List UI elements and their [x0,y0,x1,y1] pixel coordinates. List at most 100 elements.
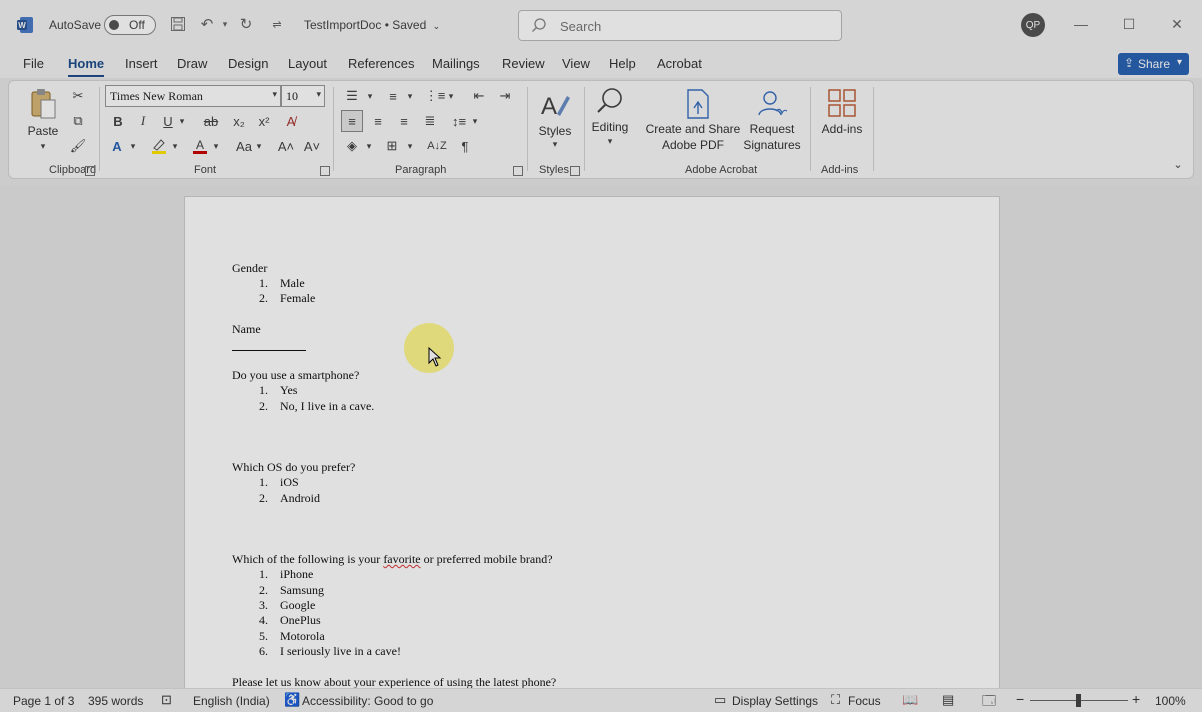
bullets-icon[interactable]: ☰ [343,87,361,105]
underline-icon[interactable]: U [159,112,177,130]
language[interactable]: English (India) [193,694,270,708]
highlight-icon[interactable] [150,137,168,155]
list-item[interactable]: Samsung [280,583,324,598]
editing-dropdown-icon[interactable]: ▾ [604,136,616,146]
font-name-select[interactable]: Times New Roman ▾ [105,85,281,107]
question-gender[interactable]: Gender [232,261,267,276]
tab-insert[interactable]: Insert [125,56,158,71]
list-item[interactable]: No, I live in a cave. [280,399,374,414]
request-signatures-label[interactable]: Request Signatures [743,121,801,153]
show-formatting-icon[interactable]: ¶ [456,137,474,155]
maximize-icon[interactable]: ☐ [1119,14,1139,34]
align-right-icon[interactable]: ≡ [395,112,413,130]
justify-icon[interactable]: ≣ [421,112,439,130]
paste-icon[interactable] [28,87,58,121]
word-count[interactable]: 395 words [88,694,143,708]
tab-view[interactable]: View [562,56,590,71]
list-item[interactable]: OnePlus [280,613,321,628]
styles-launcher-icon[interactable] [570,166,580,176]
grow-font-icon[interactable]: A˄ [277,137,295,155]
clipboard-launcher-icon[interactable] [85,166,95,176]
text-effects-dropdown-icon[interactable]: ▾ [128,137,138,155]
document-title[interactable]: TestImportDoc • Saved ⌄ [304,18,440,32]
align-left-icon[interactable]: ≡ [341,110,363,132]
question-brand[interactable]: Which of the following is your favorite … [232,552,553,567]
editing-label[interactable]: Editing [587,119,633,135]
styles-dropdown-icon[interactable]: ▾ [549,139,561,149]
list-item[interactable]: Google [280,598,315,613]
accessibility-icon[interactable]: ♿ [284,692,300,708]
page-count[interactable]: Page 1 of 3 [13,694,74,708]
list-item[interactable]: Motorola [280,629,325,644]
font-color-icon[interactable]: A [191,137,209,155]
line-spacing-dropdown-icon[interactable]: ▾ [470,112,480,130]
multilevel-dropdown-icon[interactable]: ▾ [446,87,456,105]
add-ins-label[interactable]: Add-ins [816,121,868,137]
display-settings-icon[interactable]: ▭ [714,692,726,708]
format-painter-icon[interactable]: 🖌 [69,137,87,155]
proofing-icon[interactable]: ⊡ [161,692,172,708]
share-button[interactable]: ⇪ Share ▾ [1118,53,1189,75]
question-smartphone[interactable]: Do you use a smartphone? [232,368,359,383]
create-pdf-icon[interactable] [682,87,714,121]
list-item[interactable]: iOS [280,475,299,490]
request-signatures-icon[interactable] [755,87,789,121]
numbering-icon[interactable]: ≡ [384,87,402,105]
font-size-select[interactable]: 10 ▾ [281,85,325,107]
align-center-icon[interactable]: ≡ [369,112,387,130]
zoom-out-icon[interactable]: − [1016,691,1024,707]
misspelled-word[interactable]: favorite [383,552,420,566]
undo-icon[interactable]: ↶ [197,14,217,34]
web-layout-icon[interactable]: 🗔 [982,692,996,712]
paste-dropdown-icon[interactable]: ▾ [37,141,49,151]
list-item[interactable]: Male [280,276,305,291]
superscript-icon[interactable]: x² [255,112,273,130]
bullets-dropdown-icon[interactable]: ▾ [365,87,375,105]
tab-draw[interactable]: Draw [177,56,207,71]
focus[interactable]: Focus [848,694,881,708]
save-icon[interactable] [168,14,188,34]
shrink-font-icon[interactable]: A˅ [303,137,321,155]
focus-icon[interactable]: ⛶ [831,692,840,708]
list-item[interactable]: I seriously live in a cave! [280,644,401,659]
bold-icon[interactable]: B [109,112,127,130]
zoom-slider-thumb[interactable] [1076,694,1081,707]
tab-review[interactable]: Review [502,56,545,71]
tab-home[interactable]: Home [68,56,105,77]
borders-icon[interactable]: ⊞ [383,137,401,155]
change-case-dropdown-icon[interactable]: ▾ [254,137,264,155]
display-settings[interactable]: Display Settings [732,694,818,708]
tab-file[interactable]: File [23,56,44,71]
text-effects-icon[interactable]: A [108,137,126,155]
styles-icon[interactable]: A [538,87,572,121]
font-color-dropdown-icon[interactable]: ▾ [211,137,221,155]
tab-acrobat[interactable]: Acrobat [657,56,702,71]
minimize-icon[interactable]: — [1071,14,1091,34]
underline-dropdown-icon[interactable]: ▾ [177,112,187,130]
paste-label[interactable]: Paste [27,123,59,139]
autosave-toggle[interactable]: Off [104,15,156,35]
zoom-level[interactable]: 100% [1155,694,1186,708]
strikethrough-icon[interactable]: ab [201,112,221,130]
accessibility-status[interactable]: Accessibility: Good to go [302,694,433,708]
copy-icon[interactable]: ⧉ [69,112,87,130]
shading-icon[interactable]: ◈ [343,137,361,155]
redo-icon[interactable]: ↻ [236,14,256,34]
line-spacing-icon[interactable]: ↕≡ [450,112,468,130]
decrease-indent-icon[interactable]: ⇤ [470,87,488,105]
font-launcher-icon[interactable] [320,166,330,176]
shading-dropdown-icon[interactable]: ▾ [364,137,374,155]
clear-formatting-icon[interactable]: A̸ [282,112,300,130]
tab-mailings[interactable]: Mailings [432,56,480,71]
paragraph-launcher-icon[interactable] [513,166,523,176]
styles-label[interactable]: Styles [533,123,577,139]
increase-indent-icon[interactable]: ⇥ [496,87,514,105]
collapse-ribbon-icon[interactable]: ⌄ [1171,157,1185,171]
close-icon[interactable]: ✕ [1167,14,1187,34]
search-box[interactable]: Search [518,10,842,41]
question-os[interactable]: Which OS do you prefer? [232,460,355,475]
create-pdf-label[interactable]: Create and Share Adobe PDF [645,121,741,153]
multilevel-list-icon[interactable]: ⋮≡ [425,87,446,105]
borders-dropdown-icon[interactable]: ▾ [405,137,415,155]
tab-design[interactable]: Design [228,56,268,71]
